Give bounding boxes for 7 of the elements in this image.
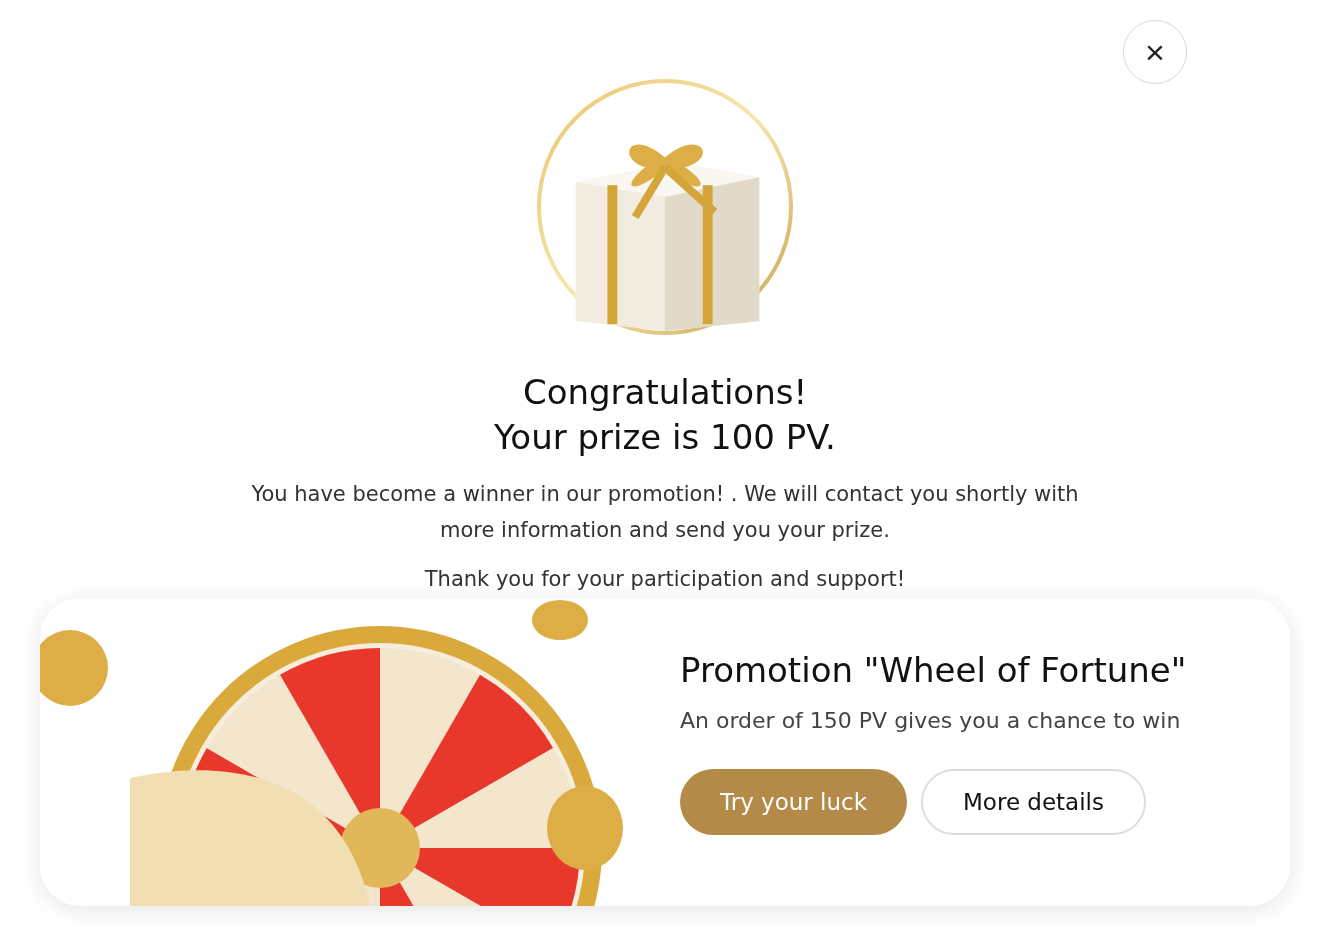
- congratulations-title: Congratulations! Your prize is 100 PV.: [494, 371, 836, 459]
- more-details-button[interactable]: More details: [921, 769, 1146, 835]
- thanks-message: Thank you for your participation and support!: [424, 566, 906, 592]
- promotion-subtitle: An order of 150 PV gives you a chance to win: [680, 708, 1182, 733]
- prize-message: You have become a winner in our promotion! . We will contact you shortly with more information and send you your prize.: [250, 481, 1080, 544]
- close-button[interactable]: ×: [1123, 20, 1187, 84]
- promotion-title: Promotion "Wheel of Fortune": [680, 650, 1187, 690]
